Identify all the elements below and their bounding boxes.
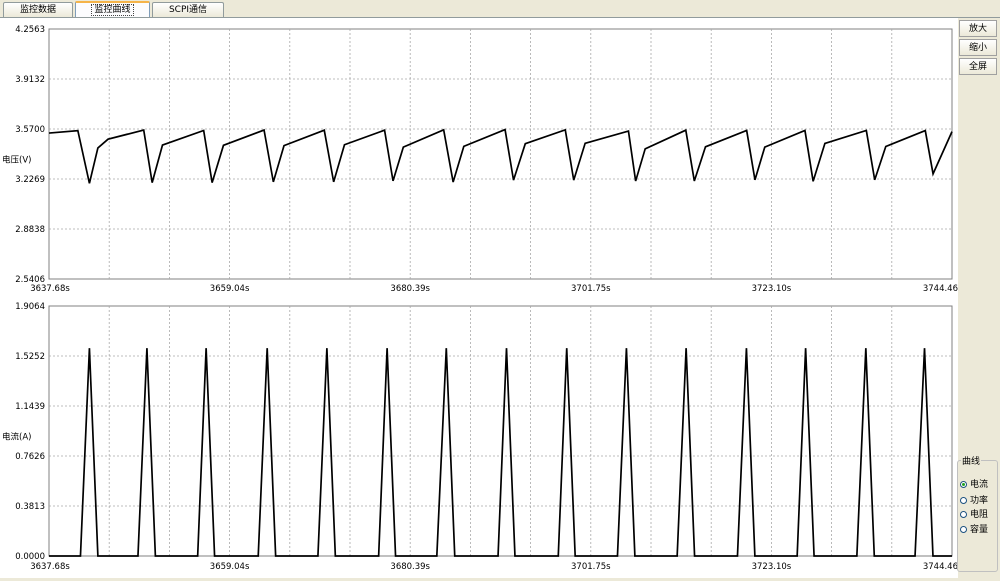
radio-resistance[interactable]: 电阻 <box>960 509 988 521</box>
current-xtick-label: 3637.68s <box>30 562 70 572</box>
radio-capacity[interactable]: 容量 <box>960 524 988 536</box>
radio-current[interactable]: 电流 <box>960 479 988 491</box>
current-ytick-label: 1.9064 <box>15 302 45 312</box>
current-xtick-label: 3744.46 <box>923 562 958 572</box>
tab-monitor-curve[interactable]: 监控曲线 <box>75 1 150 18</box>
voltage-xtick-label: 3659.04s <box>210 284 250 294</box>
voltage-ylabel: 电压(V) <box>2 154 31 165</box>
current-plot-frame <box>48 305 953 557</box>
voltage-plot-frame <box>48 28 953 280</box>
current-ytick-label: 0.7626 <box>15 452 45 462</box>
current-ytick-label: 1.5252 <box>15 352 45 362</box>
current-xtick-label: 3701.75s <box>571 562 611 572</box>
tab-scpi[interactable]: SCPI通信 <box>152 2 224 17</box>
voltage-ytick-label: 3.5700 <box>15 125 45 135</box>
zoom-out-button[interactable]: 缩小 <box>959 39 997 56</box>
curve-groupbox: 曲线 电流 功率 电阻 容量 <box>957 454 998 572</box>
tab-monitor-curve-label: 监控曲线 <box>91 4 134 16</box>
radio-resistance-dot <box>960 511 967 518</box>
current-xtick-label: 3680.39s <box>390 562 430 572</box>
voltage-xtick-label: 3744.46 <box>923 284 958 294</box>
charts-svg: 4.25633.91323.57003.22692.88382.5406电压(V… <box>2 25 958 572</box>
current-ytick-label: 0.0000 <box>15 552 45 562</box>
fullscreen-button[interactable]: 全屏 <box>959 58 997 75</box>
voltage-ytick-label: 3.9132 <box>15 75 45 85</box>
radio-power-label: 功率 <box>970 496 989 506</box>
chart-area: 4.2563 3.9132 3.5700 3.2269 2.8838 2.5406 电压(V… <box>0 18 958 578</box>
curve-groupbox-title: 曲线 <box>961 454 982 467</box>
radio-power-dot <box>960 497 967 504</box>
voltage-xtick-label: 3701.75s <box>571 284 611 294</box>
current-ylabel: 电流(A) <box>2 431 31 442</box>
radio-capacity-label: 容量 <box>970 525 989 535</box>
radio-current-dot <box>960 481 967 488</box>
radio-resistance-label: 电阻 <box>970 510 989 520</box>
current-ytick-label: 1.1439 <box>15 402 45 412</box>
voltage-ytick-label: 3.2269 <box>15 175 45 185</box>
current-xtick-label: 3723.10s <box>752 562 792 572</box>
voltage-xtick-label: 3680.39s <box>390 284 430 294</box>
tab-monitor-data[interactable]: 监控数据 <box>3 2 73 17</box>
voltage-xtick-label: 3637.68s <box>30 284 70 294</box>
current-xtick-label: 3659.04s <box>210 562 250 572</box>
voltage-xtick-label: 3723.10s <box>752 284 792 294</box>
current-ytick-label: 0.3813 <box>15 502 45 512</box>
radio-capacity-dot <box>960 526 967 533</box>
zoom-in-button[interactable]: 放大 <box>959 20 997 37</box>
voltage-ytick-label: 2.8838 <box>15 225 45 235</box>
radio-current-label: 电流 <box>970 480 989 490</box>
voltage-ytick-label: 4.2563 <box>15 25 45 35</box>
radio-power[interactable]: 功率 <box>960 495 988 507</box>
